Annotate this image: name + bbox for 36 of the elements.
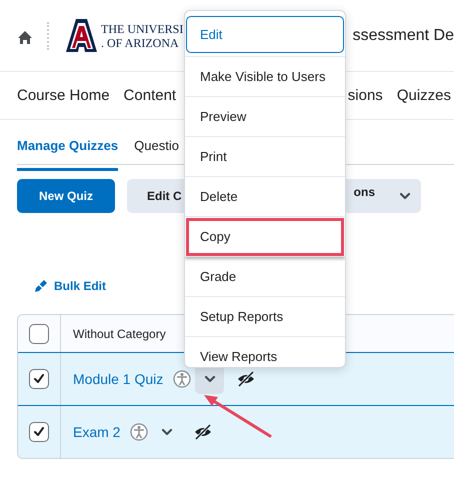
nav-link[interactable]: Content [124, 87, 176, 104]
nav-link[interactable]: Quizzes [396, 87, 451, 104]
checkbox[interactable] [29, 369, 49, 389]
hidden-eye-icon [236, 370, 256, 388]
menu-item[interactable]: Preview [185, 97, 345, 137]
accessibility-icon [130, 423, 148, 441]
chevron-down-icon [160, 427, 173, 437]
menu-item[interactable]: Delete [185, 177, 345, 217]
pencil-icon [33, 278, 49, 294]
tab[interactable]: Questio [134, 132, 179, 171]
button-label: ons [354, 185, 376, 199]
accessibility-icon [173, 370, 192, 388]
checkbox[interactable] [29, 422, 49, 442]
column-header: Without Category [73, 326, 166, 340]
chevron-down-icon[interactable] [399, 191, 412, 201]
chevron-down-icon [204, 374, 216, 384]
checkbox[interactable] [29, 324, 49, 344]
bulk-edit-button[interactable]: Bulk Edit [33, 277, 106, 295]
menu-item[interactable]: Setup Reports [185, 297, 345, 337]
menu-item[interactable]: Edit [186, 16, 344, 53]
new-quiz-button[interactable]: New Quiz [17, 179, 115, 213]
hidden-eye-icon [193, 423, 214, 441]
university-logo-icon [65, 18, 98, 53]
quiz-link[interactable]: Exam 2 [73, 424, 120, 440]
menu-item[interactable]: View Reports [185, 337, 345, 367]
menu-item[interactable]: Make Visible to Users [185, 57, 345, 97]
menu-item[interactable]: Print [185, 137, 345, 177]
menu-item[interactable]: Copy [185, 217, 345, 257]
logo-text: . OF ARIZONA [101, 36, 180, 50]
course-title: ssessment De [352, 26, 454, 44]
nav-link[interactable]: sions [348, 87, 383, 104]
menu-item[interactable]: Grade [185, 257, 345, 297]
tab[interactable]: Manage Quizzes [17, 132, 118, 171]
nav-link[interactable]: Course Home [17, 87, 110, 104]
logo-text: THE UNIVERSI [101, 22, 183, 36]
quiz-link[interactable]: Module 1 Quiz [73, 371, 164, 387]
